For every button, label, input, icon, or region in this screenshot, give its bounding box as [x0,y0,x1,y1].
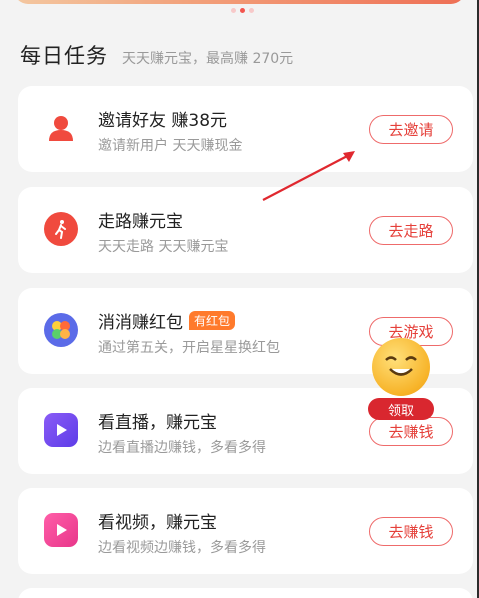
task-title: 看视频，赚元宝 [98,513,217,533]
task-desc: 通过第五关，开启星星换红包 [98,340,280,356]
task-desc: 边看视频边赚钱，多看多得 [98,540,266,556]
invite-button[interactable]: 去邀请 [369,115,453,144]
floating-reward-mascot[interactable]: 领取 [368,338,434,422]
task-desc: 边看直播边赚钱，多看多得 [98,440,266,456]
carousel-indicator [231,8,254,13]
walking-icon [44,212,78,246]
task-desc: 天天走路 天天赚元宝 [98,239,229,255]
red-packet-badge: 有红包 [189,311,236,330]
annotation-arrow-icon [262,151,355,201]
carousel-dot [231,8,236,13]
banner-bottom[interactable] [14,0,465,4]
game-icon [44,313,78,347]
earn-button-video[interactable]: 去赚钱 [369,517,453,546]
task-desc: 邀请新用户 天天赚现金 [98,138,243,154]
task-title: 消消赚红包 有红包 [98,308,236,333]
task-title-text: 消消赚红包 [98,313,183,333]
task-title: 看直播，赚元宝 [98,413,217,433]
task-card-invite[interactable]: 邀请好友 赚38元 邀请新用户 天天赚现金 去邀请 [18,86,473,172]
section-subtitle: 天天赚元宝，最高赚 270元 [122,51,294,67]
task-card-video[interactable]: 看视频，赚元宝 边看视频边赚钱，多看多得 去赚钱 [18,488,473,574]
claim-button[interactable]: 领取 [368,398,434,420]
video-play-icon [44,513,78,547]
play-icon [44,413,78,447]
section-title: 每日任务 [20,44,108,68]
carousel-dot [249,8,254,13]
smiling-face-icon [372,338,430,396]
task-title: 邀请好友 赚38元 [98,111,228,131]
task-card-walk[interactable]: 走路赚元宝 天天走路 天天赚元宝 去走路 [18,187,473,273]
carousel-dot-active [240,8,245,13]
section-header: 每日任务 天天赚元宝，最高赚 270元 [20,40,293,70]
task-title: 走路赚元宝 [98,212,183,232]
task-card-partial[interactable] [18,588,473,598]
user-icon [44,111,78,145]
walk-button[interactable]: 去走路 [369,216,453,245]
